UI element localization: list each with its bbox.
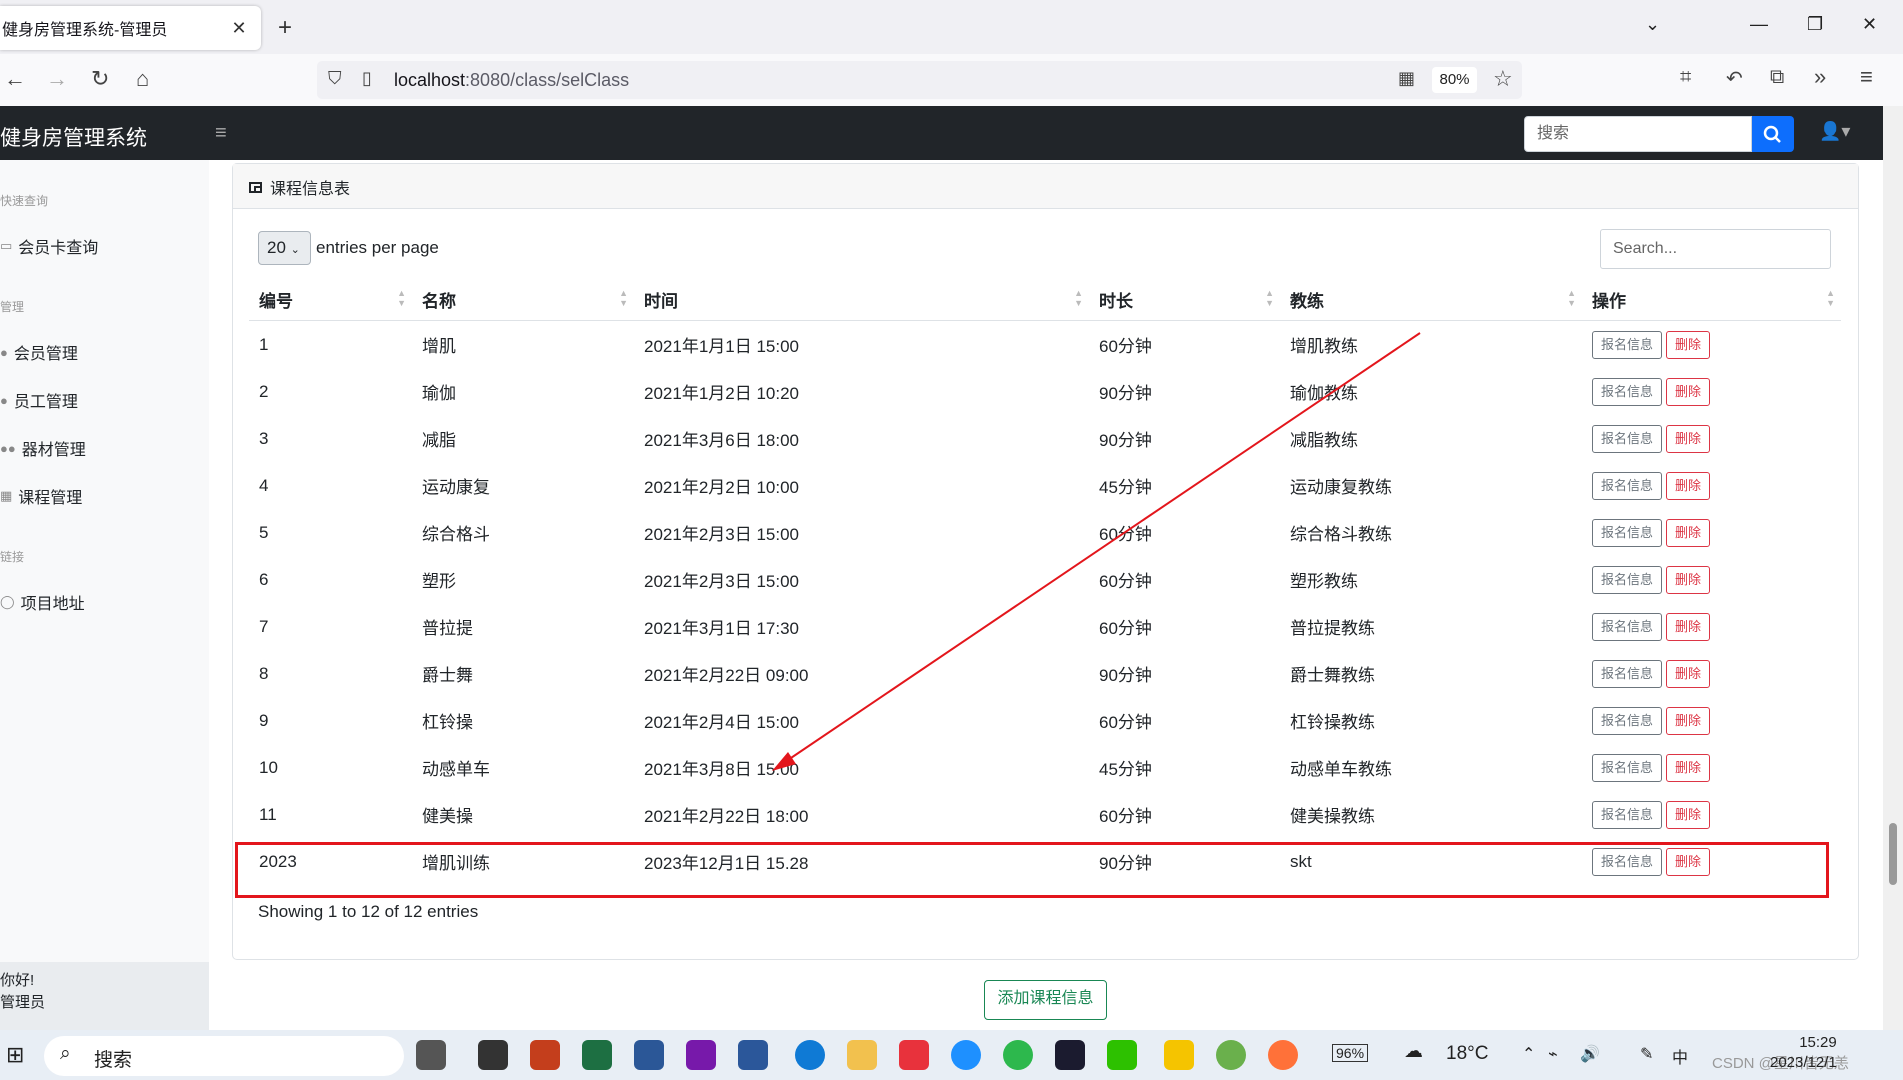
battery-indicator[interactable]: 96% <box>1332 1044 1369 1062</box>
scrollbar-thumb[interactable] <box>1889 823 1897 885</box>
qq-icon[interactable] <box>1164 1040 1194 1070</box>
ie-icon[interactable] <box>951 1040 981 1070</box>
network-icon[interactable]: ⌁ <box>1548 1044 1558 1064</box>
system-clock[interactable]: 15:29 2023/12/1 <box>1770 1033 1837 1073</box>
task-view-icon[interactable] <box>416 1040 446 1070</box>
page-scrollbar[interactable] <box>1883 106 1903 1030</box>
clock-time: 15:29 <box>1799 1034 1837 1051</box>
pen-icon[interactable]: ✎ <box>1640 1044 1653 1064</box>
app-icon[interactable] <box>1216 1040 1246 1070</box>
notes-app-icon[interactable] <box>478 1040 508 1070</box>
intellij-icon[interactable] <box>1055 1040 1085 1070</box>
file-explorer-icon[interactable] <box>847 1040 877 1070</box>
word-icon[interactable] <box>738 1040 768 1070</box>
ime-icon[interactable]: 中 <box>1672 1044 1688 1068</box>
windows-start-icon[interactable]: ⊞ <box>6 1042 24 1068</box>
edge-icon[interactable] <box>795 1040 825 1070</box>
onenote-icon[interactable] <box>686 1040 716 1070</box>
teams-icon[interactable] <box>634 1040 664 1070</box>
table-info: Showing 1 to 12 of 12 entries <box>258 902 479 921</box>
wechat-icon[interactable] <box>1107 1040 1137 1070</box>
weather-icon[interactable]: ☁ <box>1404 1040 1423 1063</box>
taskbar-search-label: 搜索 <box>94 1050 133 1071</box>
weather-temp[interactable]: 18°C <box>1446 1043 1488 1065</box>
firefox-icon[interactable] <box>1268 1040 1298 1070</box>
wps-icon[interactable] <box>899 1040 929 1070</box>
browser-icon[interactable] <box>1003 1040 1033 1070</box>
search-icon: ⌕ <box>60 1043 71 1064</box>
tray-chevron-icon[interactable]: ⌃ <box>1522 1044 1535 1064</box>
add-course-button[interactable]: 添加课程信息 <box>984 980 1107 1020</box>
volume-icon[interactable]: 🔊 <box>1580 1044 1600 1064</box>
powerpoint-icon[interactable] <box>530 1040 560 1070</box>
excel-icon[interactable] <box>582 1040 612 1070</box>
clock-date: 2023/12/1 <box>1770 1054 1837 1071</box>
